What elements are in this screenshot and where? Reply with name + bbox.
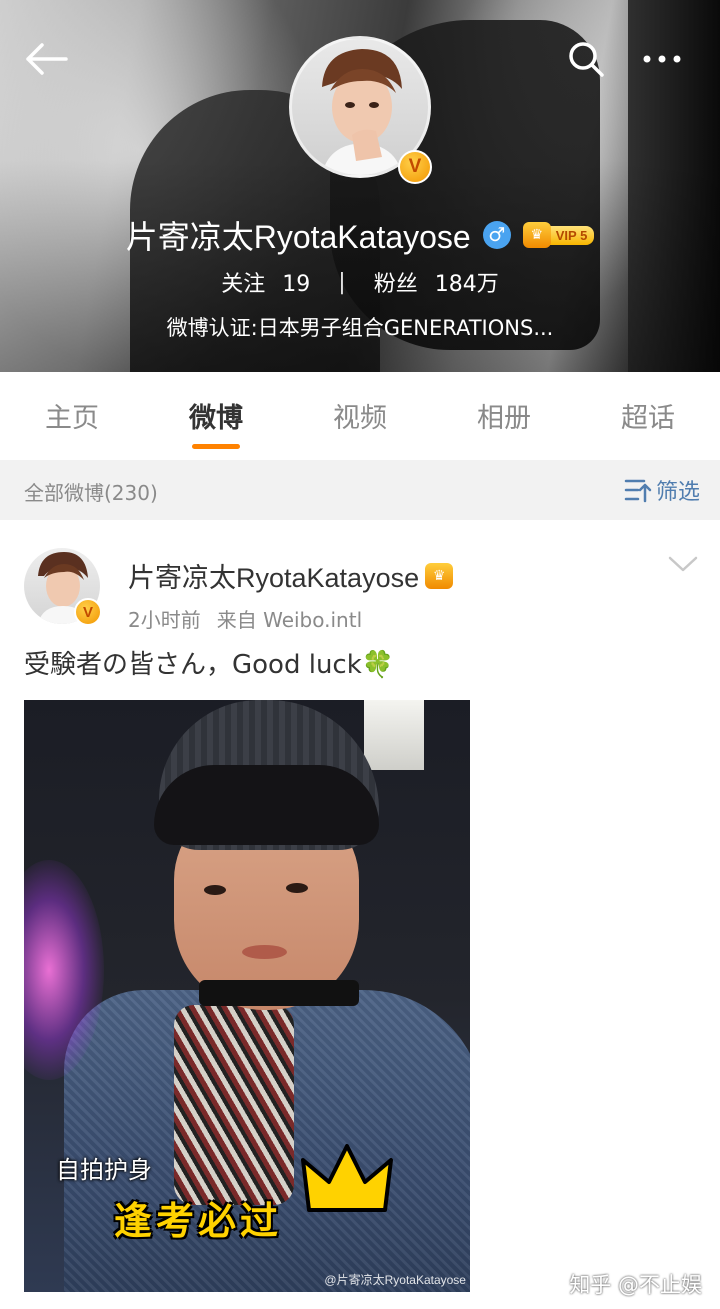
- weibo-post: V 片寄凉太RyotaKatayose ♛ 2小时前 来自 Weibo.intl …: [0, 520, 720, 1309]
- post-time: 2小时前: [128, 608, 201, 632]
- vip-badge[interactable]: ♛ VIP 5: [522, 222, 595, 248]
- tab-label: 主页: [45, 403, 99, 434]
- image-collar: [199, 980, 359, 1006]
- image-shirt: [174, 1005, 294, 1205]
- profile-stats: 关注 19 | 粉丝 184万: [0, 266, 720, 298]
- profile-username: 片寄凉太RyotaKatayose: [125, 219, 471, 255]
- stats-separator: |: [338, 269, 346, 295]
- active-tab-indicator: [192, 444, 240, 449]
- image-eye: [286, 883, 308, 893]
- verified-badge: V: [398, 150, 432, 184]
- zhihu-watermark: 知乎 @不止娱: [569, 1273, 702, 1297]
- image-window: [364, 700, 424, 770]
- more-icon: [643, 55, 681, 63]
- tab-label: 相册: [477, 403, 531, 434]
- followers-stat[interactable]: 粉丝 184万: [374, 266, 499, 298]
- vip-level: VIP 5: [546, 225, 595, 245]
- verified-badge: V: [74, 598, 102, 626]
- tab-weibo[interactable]: 微博: [144, 372, 288, 460]
- tab-video[interactable]: 视频: [288, 372, 432, 460]
- tab-album[interactable]: 相册: [432, 372, 576, 460]
- tab-label: 微博: [189, 403, 243, 434]
- tab-home[interactable]: 主页: [0, 372, 144, 460]
- post-body: 受験者の皆さん，Good luck: [24, 650, 362, 680]
- all-posts-count: 全部微博(230): [24, 481, 158, 505]
- clover-emoji: 🍀: [361, 650, 395, 680]
- tab-supertopic[interactable]: 超话: [576, 372, 720, 460]
- verification-text: 微博认证:日本男子组合GENERATIONS...: [166, 316, 554, 340]
- filter-label: 筛选: [655, 480, 700, 505]
- post-author-name[interactable]: 片寄凉太RyotaKatayose: [128, 556, 419, 595]
- image-hair: [154, 765, 379, 845]
- image-sticker-small: 自拍护身: [56, 1156, 152, 1184]
- gender-male-icon: ♂: [482, 221, 511, 249]
- crown-icon: ♛: [522, 222, 551, 248]
- tab-label: 超话: [621, 403, 675, 434]
- filter-bar: 全部微博(230) 筛选: [0, 460, 720, 520]
- post-author-row: 片寄凉太RyotaKatayose ♛: [128, 556, 454, 595]
- filter-button[interactable]: 筛选: [624, 474, 700, 506]
- filter-icon: [624, 479, 652, 503]
- post-meta: 2小时前 来自 Weibo.intl: [128, 604, 362, 633]
- post-source: 来自 Weibo.intl: [216, 608, 363, 632]
- followers-label: 粉丝: [373, 272, 418, 297]
- more-button[interactable]: [640, 36, 684, 82]
- profile-tabs: 主页 微博 视频 相册 超话: [0, 372, 720, 460]
- profile-name-row: 片寄凉太RyotaKatayose ♂ ♛ VIP 5: [0, 212, 720, 258]
- following-label: 关注: [221, 272, 266, 297]
- tab-label: 视频: [333, 403, 387, 434]
- image-eye: [204, 885, 226, 895]
- post-text: 受験者の皆さん，Good luck🍀: [24, 644, 394, 681]
- profile-header: V 片寄凉太RyotaKatayose ♂ ♛ VIP 5 关注 19 | 粉丝…: [0, 0, 720, 372]
- image-sticker-large: 逢考必过: [114, 1199, 283, 1243]
- following-stat[interactable]: 关注 19: [221, 266, 310, 298]
- chevron-down-icon: [668, 556, 698, 572]
- back-button[interactable]: [18, 36, 74, 82]
- post-menu-button[interactable]: [666, 552, 700, 576]
- image-lips: [242, 945, 287, 959]
- following-count: 19: [282, 272, 311, 297]
- crown-icon: ♛: [425, 562, 454, 589]
- post-image[interactable]: 自拍护身 逢考必过 @片寄凉太RyotaKatayose: [24, 700, 470, 1292]
- search-button[interactable]: [562, 36, 610, 82]
- image-watermark: @片寄凉太RyotaKatayose: [324, 1273, 466, 1287]
- crown-sticker-icon: [301, 1144, 393, 1212]
- search-icon: [569, 42, 604, 77]
- back-arrow-icon: [26, 43, 68, 75]
- followers-count: 184万: [434, 272, 499, 297]
